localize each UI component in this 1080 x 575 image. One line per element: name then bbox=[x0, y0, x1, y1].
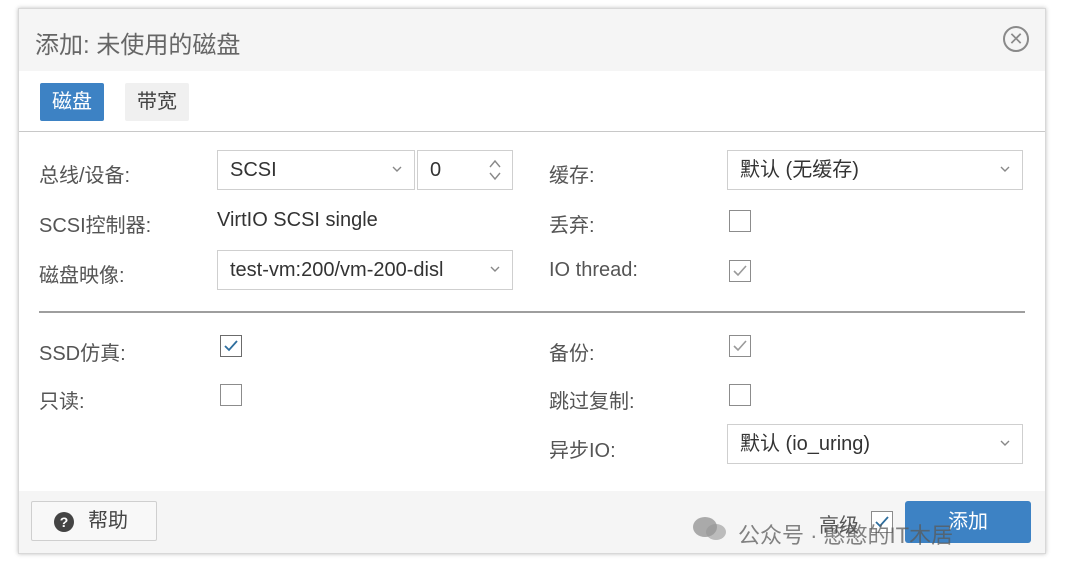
discard-checkbox[interactable] bbox=[729, 210, 751, 232]
chevron-down-icon bbox=[1000, 440, 1010, 446]
dialog-title: 添加: 未使用的磁盘 bbox=[35, 32, 241, 59]
bus-device-label: 总线/设备: bbox=[39, 165, 131, 187]
scsi-controller-label: SCSI控制器: bbox=[39, 215, 152, 237]
async-io-value: 默认 (io_uring) bbox=[740, 433, 871, 455]
skip-replication-label: 跳过复制: bbox=[549, 391, 635, 413]
ssd-emulation-label: SSD仿真: bbox=[39, 343, 126, 365]
spinner-arrows-icon[interactable] bbox=[488, 157, 502, 183]
disk-image-label: 磁盘映像: bbox=[39, 265, 125, 287]
disk-image-value: test-vm:200/vm-200-disl bbox=[230, 259, 444, 281]
checkmark-icon bbox=[733, 265, 747, 277]
readonly-checkbox[interactable] bbox=[220, 384, 242, 406]
help-button-label: 帮助 bbox=[88, 510, 128, 532]
async-io-select[interactable]: 默认 (io_uring) bbox=[727, 424, 1023, 464]
skip-replication-checkbox[interactable] bbox=[729, 384, 751, 406]
backup-label: 备份: bbox=[549, 343, 595, 365]
section-separator bbox=[39, 311, 1025, 313]
chevron-down-icon bbox=[490, 266, 500, 272]
bus-select[interactable]: SCSI bbox=[217, 150, 415, 190]
tab-bar: 磁盘 带宽 bbox=[19, 71, 1045, 132]
add-disk-dialog: 添加: 未使用的磁盘 ✕ 磁盘 带宽 总线/设备: SCSI 0 缓存: 默认 … bbox=[18, 8, 1046, 554]
backup-checkbox[interactable] bbox=[729, 335, 751, 357]
io-thread-checkbox[interactable] bbox=[729, 260, 751, 282]
cache-select[interactable]: 默认 (无缓存) bbox=[727, 150, 1023, 190]
help-button[interactable]: ? 帮助 bbox=[31, 501, 157, 541]
io-thread-label: IO thread: bbox=[549, 259, 638, 281]
cache-label: 缓存: bbox=[549, 165, 595, 187]
bus-select-value: SCSI bbox=[230, 159, 277, 181]
tab-bandwidth[interactable]: 带宽 bbox=[125, 83, 189, 121]
device-number-value: 0 bbox=[430, 159, 442, 181]
close-icon[interactable]: ✕ bbox=[1003, 26, 1029, 52]
chevron-down-icon bbox=[392, 166, 402, 172]
wechat-icon bbox=[693, 517, 726, 540]
checkmark-icon bbox=[733, 340, 747, 352]
async-io-label: 异步IO: bbox=[549, 440, 616, 462]
checkmark-icon bbox=[224, 340, 238, 352]
scsi-controller-value: VirtIO SCSI single bbox=[217, 209, 378, 231]
device-number-spinner[interactable]: 0 bbox=[417, 150, 513, 190]
discard-label: 丢弃: bbox=[549, 215, 595, 237]
readonly-label: 只读: bbox=[39, 391, 85, 413]
ssd-emulation-checkbox[interactable] bbox=[220, 335, 242, 357]
tab-disk[interactable]: 磁盘 bbox=[40, 83, 104, 121]
watermark-text: 公众号 · 憨憨的IT木居 bbox=[738, 523, 954, 548]
disk-image-select[interactable]: test-vm:200/vm-200-disl bbox=[217, 250, 513, 290]
cache-select-value: 默认 (无缓存) bbox=[740, 159, 859, 181]
dialog-titlebar: 添加: 未使用的磁盘 ✕ bbox=[19, 9, 1045, 71]
question-circle-icon: ? bbox=[54, 512, 74, 532]
chevron-down-icon bbox=[1000, 166, 1010, 172]
